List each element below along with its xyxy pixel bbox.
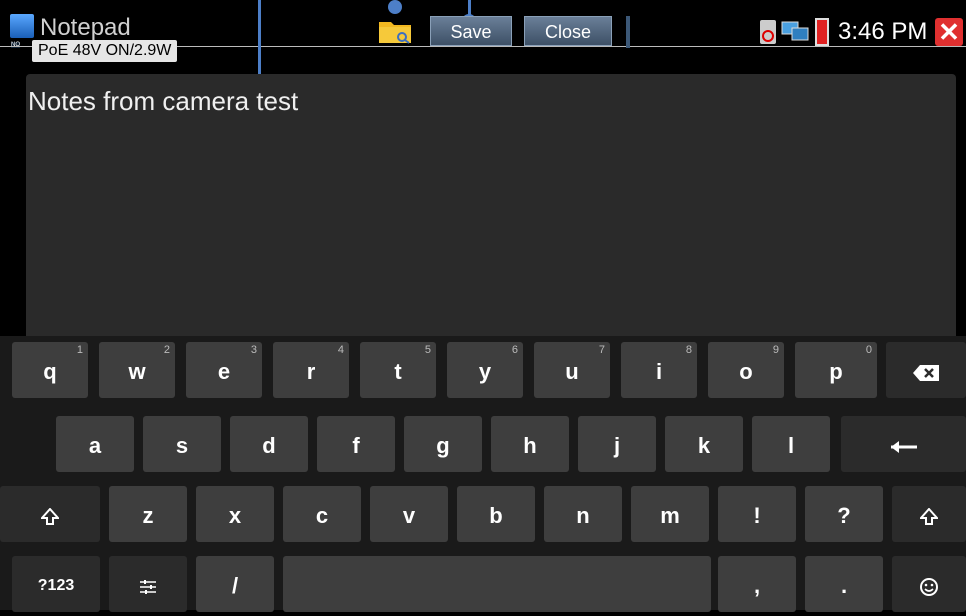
status-clock: 3:46 PM (838, 18, 928, 45)
key-z[interactable]: z (109, 486, 187, 542)
key-s[interactable]: s (143, 416, 221, 472)
shift-icon (918, 507, 940, 526)
key-a[interactable]: a (56, 416, 134, 472)
key-period[interactable]: . (805, 556, 883, 612)
exit-icon[interactable]: ✕ (935, 18, 963, 46)
shift-icon (39, 507, 61, 526)
symbols-key[interactable]: ?123 (12, 556, 100, 612)
key-n[interactable]: n (544, 486, 622, 542)
on-screen-keyboard: q1 w2 e3 r4 t5 y6 u7 i8 o9 p0 a s d f g … (0, 336, 966, 612)
battery-charging-icon (815, 18, 829, 46)
keyboard-settings-key[interactable] (109, 556, 187, 612)
key-l[interactable]: l (752, 416, 830, 472)
emoji-icon (920, 578, 938, 597)
key-m[interactable]: m (631, 486, 709, 542)
key-y[interactable]: y6 (447, 342, 523, 398)
key-e[interactable]: e3 (186, 342, 262, 398)
key-o[interactable]: o9 (708, 342, 784, 398)
key-exclamation[interactable]: ! (718, 486, 796, 542)
key-r[interactable]: r4 (273, 342, 349, 398)
key-slash[interactable]: / (196, 556, 274, 612)
key-t[interactable]: t5 (360, 342, 436, 398)
key-h[interactable]: h (491, 416, 569, 472)
shift-key-right[interactable] (892, 486, 966, 542)
key-d[interactable]: d (230, 416, 308, 472)
key-v[interactable]: v (370, 486, 448, 542)
shift-key-left[interactable] (0, 486, 100, 542)
callout-dot-open (388, 0, 402, 14)
poe-status-badge: PoE 48V ON/2.9W (32, 40, 178, 62)
enter-key[interactable] (841, 416, 966, 472)
sd-card-missing-icon (760, 20, 776, 44)
app-title: Notepad (40, 14, 131, 41)
key-x[interactable]: x (196, 486, 274, 542)
key-i[interactable]: i8 (621, 342, 697, 398)
notepad-app-icon (10, 14, 34, 48)
key-j[interactable]: j (578, 416, 656, 472)
backspace-icon (913, 365, 939, 382)
note-text: Notes from camera test (28, 86, 299, 116)
toolbar-separator (626, 16, 630, 48)
key-k[interactable]: k (665, 416, 743, 472)
open-folder-icon[interactable] (378, 18, 412, 44)
spacebar[interactable] (283, 556, 711, 612)
key-comma[interactable]: , (718, 556, 796, 612)
keyboard-settings-icon (140, 580, 156, 595)
key-b[interactable]: b (457, 486, 535, 542)
key-w[interactable]: w2 (99, 342, 175, 398)
key-question[interactable]: ? (805, 486, 883, 542)
network-icon (781, 21, 809, 41)
key-c[interactable]: c (283, 486, 361, 542)
top-bar: Notepad PoE 48V ON/2.9W Save Close 3:46 … (0, 0, 966, 90)
save-button[interactable]: Save (430, 16, 512, 46)
close-button[interactable]: Close (524, 16, 612, 46)
emoji-key[interactable] (892, 556, 966, 612)
key-q[interactable]: q1 (12, 342, 88, 398)
key-p[interactable]: p0 (795, 342, 877, 398)
key-u[interactable]: u7 (534, 342, 610, 398)
callout-line-editor (258, 0, 261, 84)
enter-icon (890, 441, 917, 454)
key-g[interactable]: g (404, 416, 482, 472)
backspace-key[interactable] (886, 342, 966, 398)
key-f[interactable]: f (317, 416, 395, 472)
